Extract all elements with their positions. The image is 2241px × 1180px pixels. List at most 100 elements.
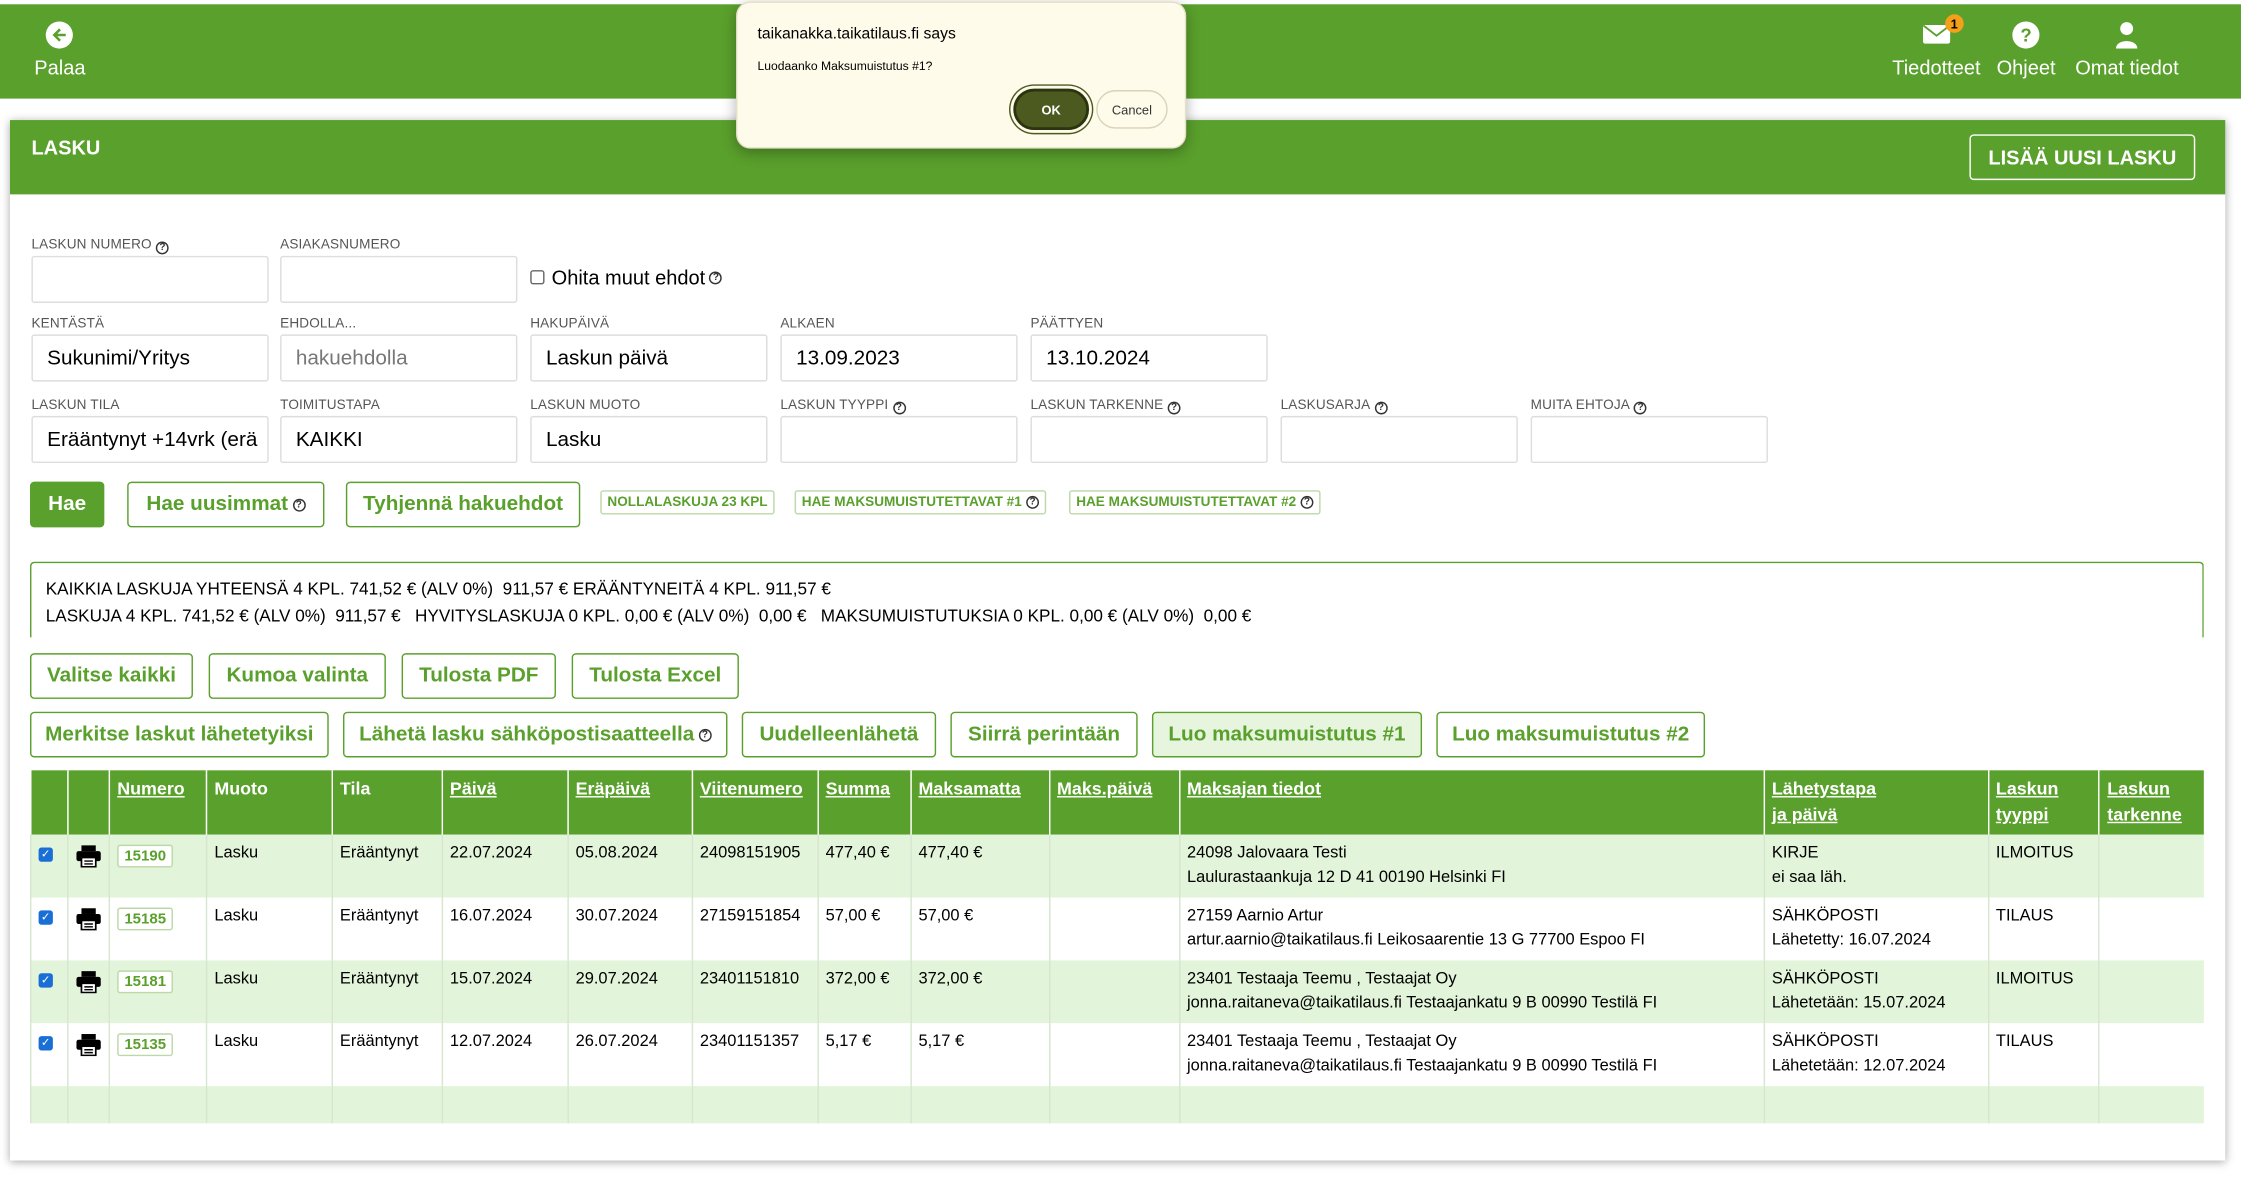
header-type-2[interactable]: tyyppi [1996,805,2049,825]
cell-payer-2: jonna.raitaneva@taikatilaus.fi Testaajan… [1186,994,1658,1012]
reminder2-chip[interactable]: HAE MAKSUMUISTUTETTAVAT #2? [1069,490,1321,515]
invoice-number-input[interactable] [31,255,269,303]
clear-button[interactable]: Tyhjennä hakuehdot [345,481,581,528]
header-number[interactable]: Numero [117,779,185,799]
date-type-dropdown[interactable]: Laskun päivä [530,334,768,382]
row-checkbox[interactable]: ✓ [38,910,53,925]
deselect-button[interactable]: Kumoa valinta [208,653,386,699]
search-button[interactable]: Hae [30,481,105,528]
invoice-number-link[interactable]: 15185 [117,907,174,931]
header-send-1[interactable]: Lähetystapa [1772,779,1876,799]
help-icon[interactable]: ? [156,241,169,255]
refine-field: LASKUN TARKENNE? [1030,397,1268,464]
help-icon[interactable]: ? [1300,495,1314,509]
other-conditions-field: MUITA EHTOJA? [1530,397,1768,464]
help-icon[interactable]: ? [1634,401,1648,415]
customer-number-input[interactable] [280,255,518,303]
refine-dropdown[interactable] [1030,415,1268,464]
ignore-conditions-checkbox[interactable]: Ohita muut ehdot ? [530,266,723,289]
cell-paydate [1048,960,1180,1024]
printer-icon[interactable] [76,970,102,994]
profile-button[interactable]: Omat tiedot [2075,19,2179,79]
invoice-number-link[interactable]: 15181 [117,970,174,994]
print-pdf-button[interactable]: Tulosta PDF [401,653,556,699]
help-button[interactable]: ? Ohjeet [1997,19,2056,79]
series-dropdown[interactable] [1280,415,1518,464]
header-payer[interactable]: Maksajan tiedot [1187,779,1321,799]
latest-button[interactable]: Hae uusimmat? [127,481,325,528]
help-icon[interactable]: ? [698,728,712,742]
checkbox-icon[interactable] [530,270,545,285]
reminder1-chip[interactable]: HAE MAKSUMUISTUTETTAVAT #1? [794,490,1047,515]
mark-sent-button[interactable]: Merkitse laskut lähetetyiksi [30,711,329,758]
start-date-input[interactable]: 13.09.2023 [780,334,1018,382]
cell-sum: 477,40 € [817,834,911,898]
cell-date: 22.07.2024 [441,834,568,898]
delivery-dropdown[interactable]: KAIKKI [280,415,518,464]
help-icon[interactable]: ? [709,270,723,284]
help-icon[interactable]: ? [892,401,906,415]
header-send-2[interactable]: ja päivä [1772,805,1838,825]
summary-box: KAIKKIA LASKUJA YHTEENSÄ 4 KPL. 741,52 €… [30,561,2204,638]
table-row: ✓ 15185 Lasku Erääntynyt 16.07.2024 30.0… [30,897,2204,961]
header-sum[interactable]: Summa [826,779,891,799]
resend-button[interactable]: Uudelleenlähetä [741,711,937,758]
cell-send-2: Lähetetään: 15.07.2024 [1771,994,1946,1012]
back-button[interactable]: Palaa [34,19,85,79]
dialog-cancel-button[interactable]: Cancel [1096,90,1168,129]
end-date-input[interactable]: 13.10.2024 [1030,334,1268,382]
header-ref[interactable]: Viitenumero [700,779,803,799]
send-email-button[interactable]: Lähetä lasku sähköpostisaatteella? [343,711,728,758]
invoice-table: Numero Muoto Tila Päivä Eräpäivä Viitenu… [30,770,2204,1124]
cell-send-2: ei saa läh. [1771,868,1847,887]
create-reminder1-button[interactable]: Luo maksumuistutus #1 [1151,711,1423,758]
create-reminder2-button[interactable]: Luo maksumuistutus #2 [1436,711,1706,758]
header-refine-1[interactable]: Laskun [2107,779,2170,799]
state-dropdown[interactable]: Erääntynyt +14vrk (erä [31,415,269,464]
header-date[interactable]: Päivä [450,779,497,799]
condition-input[interactable]: hakuehdolla [280,334,518,382]
dialog-message: Luodaanko Maksumuistutus #1? [757,58,933,73]
printer-icon[interactable] [76,908,102,931]
invoice-number-link[interactable]: 15190 [117,844,174,868]
cell-date: 12.07.2024 [441,1023,568,1087]
cell-form: Lasku [205,834,333,898]
invoice-number-link[interactable]: 15135 [117,1033,174,1057]
cell-unpaid: 57,00 € [909,897,1050,961]
row-checkbox[interactable]: ✓ [38,847,53,862]
cell-paydate [1048,834,1180,898]
header-due[interactable]: Eräpäivä [576,779,650,799]
cell-sum: 5,17 € [817,1023,911,1087]
confirm-dialog: taikanakka.taikatilaus.fi says Luodaanko… [736,1,1187,149]
help-icon[interactable]: ? [1026,495,1039,509]
help-icon[interactable]: ? [292,498,306,511]
header-type-1[interactable]: Laskun [1996,779,2059,799]
back-label: Palaa [34,55,86,79]
help-icon[interactable]: ? [1374,401,1388,415]
header-paydate[interactable]: Maks.päivä [1057,779,1152,799]
header-unpaid[interactable]: Maksamatta [918,779,1020,799]
select-all-button[interactable]: Valitse kaikki [30,653,193,699]
zero-invoices-chip[interactable]: NOLLALASKUJA 23 KPL [600,490,775,515]
cell-payer-1: 24098 Jalovaara Testi [1186,844,1347,862]
type-dropdown[interactable] [780,415,1018,464]
header-refine-2[interactable]: tarkenne [2107,805,2181,825]
row-checkbox[interactable]: ✓ [38,1036,53,1051]
printer-icon[interactable] [76,1033,102,1057]
field-dropdown[interactable]: Sukunimi/Yritys [31,334,269,382]
form-label: LASKUN MUOTO [530,397,641,414]
help-icon[interactable]: ? [1167,401,1181,415]
cell-unpaid: 372,00 € [909,960,1050,1024]
form-dropdown[interactable]: Lasku [530,415,768,464]
row-checkbox[interactable]: ✓ [38,973,53,988]
print-excel-button[interactable]: Tulosta Excel [571,653,739,699]
notices-button[interactable]: 1 Tiedotteet [1892,14,1981,79]
cell-due: 29.07.2024 [567,960,692,1024]
other-conditions-dropdown[interactable] [1530,415,1768,464]
dialog-ok-button[interactable]: OK [1013,88,1090,131]
collection-button[interactable]: Siirrä perintään [950,711,1138,758]
add-invoice-button[interactable]: LISÄÄ UUSI LASKU [1969,134,2196,181]
cell-type: ILMOITUS [1987,834,2100,898]
reminder2-chip-label: HAE MAKSUMUISTUTETTAVAT #2 [1076,494,1297,511]
printer-icon[interactable] [76,845,102,868]
